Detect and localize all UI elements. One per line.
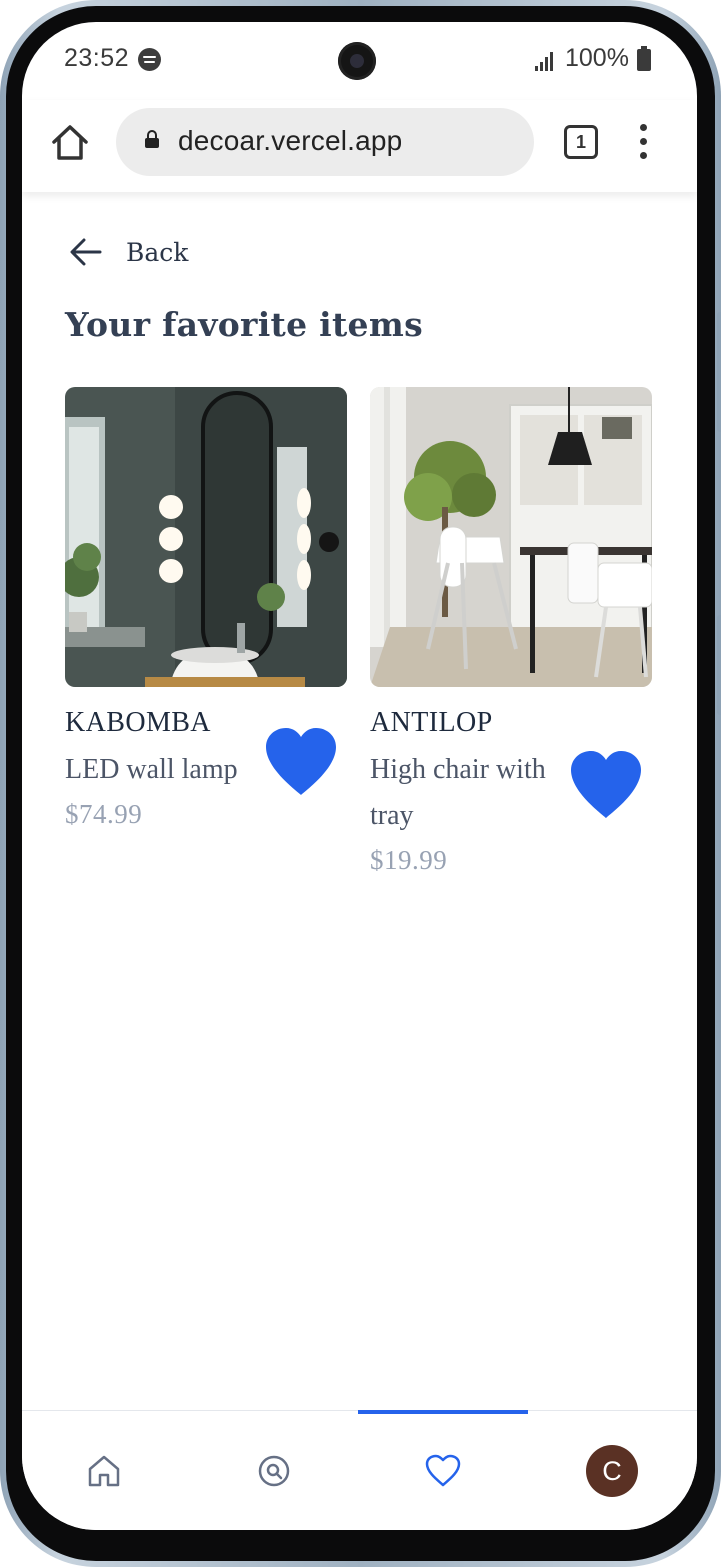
status-bar: 23:52 100%	[22, 22, 697, 100]
battery-icon	[637, 46, 651, 71]
power-button	[717, 615, 721, 715]
product-description: LED wall lamp	[65, 754, 238, 785]
product-price: $74.99	[65, 799, 143, 829]
product-image[interactable]	[65, 387, 347, 687]
screen: 23:52 100% decoar.vercel.app 1 Back Your…	[22, 22, 697, 1530]
volume-button	[717, 312, 721, 432]
front-camera	[338, 42, 376, 80]
favorite-card[interactable]: KABOMBA LED wall lamp $74.99	[65, 387, 347, 847]
product-price: $19.99	[370, 845, 448, 875]
back-label: Back	[126, 237, 189, 267]
browser-menu-icon[interactable]	[640, 124, 648, 160]
lock-icon	[145, 130, 159, 148]
nav-home-icon[interactable]	[84, 1451, 124, 1491]
product-brand: ANTILOP	[370, 707, 493, 738]
browser-toolbar: decoar.vercel.app 1	[22, 100, 697, 192]
heart-icon[interactable]	[568, 750, 644, 820]
browser-home-icon[interactable]	[50, 122, 90, 162]
url-text: decoar.vercel.app	[178, 125, 403, 156]
bottom-navigation: C	[22, 1410, 697, 1530]
nav-heart-icon[interactable]	[423, 1451, 463, 1491]
product-brand: KABOMBA	[65, 707, 211, 738]
product-description: High chair with tray	[370, 754, 546, 831]
back-button[interactable]: Back	[68, 232, 188, 272]
favorite-card[interactable]: ANTILOP High chair with tray $19.99	[370, 387, 652, 887]
spotify-icon	[138, 48, 161, 71]
status-time: 23:52	[64, 44, 130, 72]
signal-icon	[535, 52, 553, 71]
product-image[interactable]	[370, 387, 652, 687]
profile-avatar[interactable]: C	[586, 1445, 638, 1497]
battery-percent: 100%	[565, 44, 629, 72]
arrow-left-icon	[70, 238, 102, 266]
address-bar[interactable]: decoar.vercel.app	[116, 108, 534, 176]
heart-icon[interactable]	[263, 727, 339, 797]
active-tab-indicator	[358, 1410, 528, 1414]
page-title: Your favorite items	[65, 305, 423, 344]
nav-search-icon[interactable]	[254, 1451, 294, 1491]
tab-switcher-button[interactable]: 1	[564, 125, 598, 159]
